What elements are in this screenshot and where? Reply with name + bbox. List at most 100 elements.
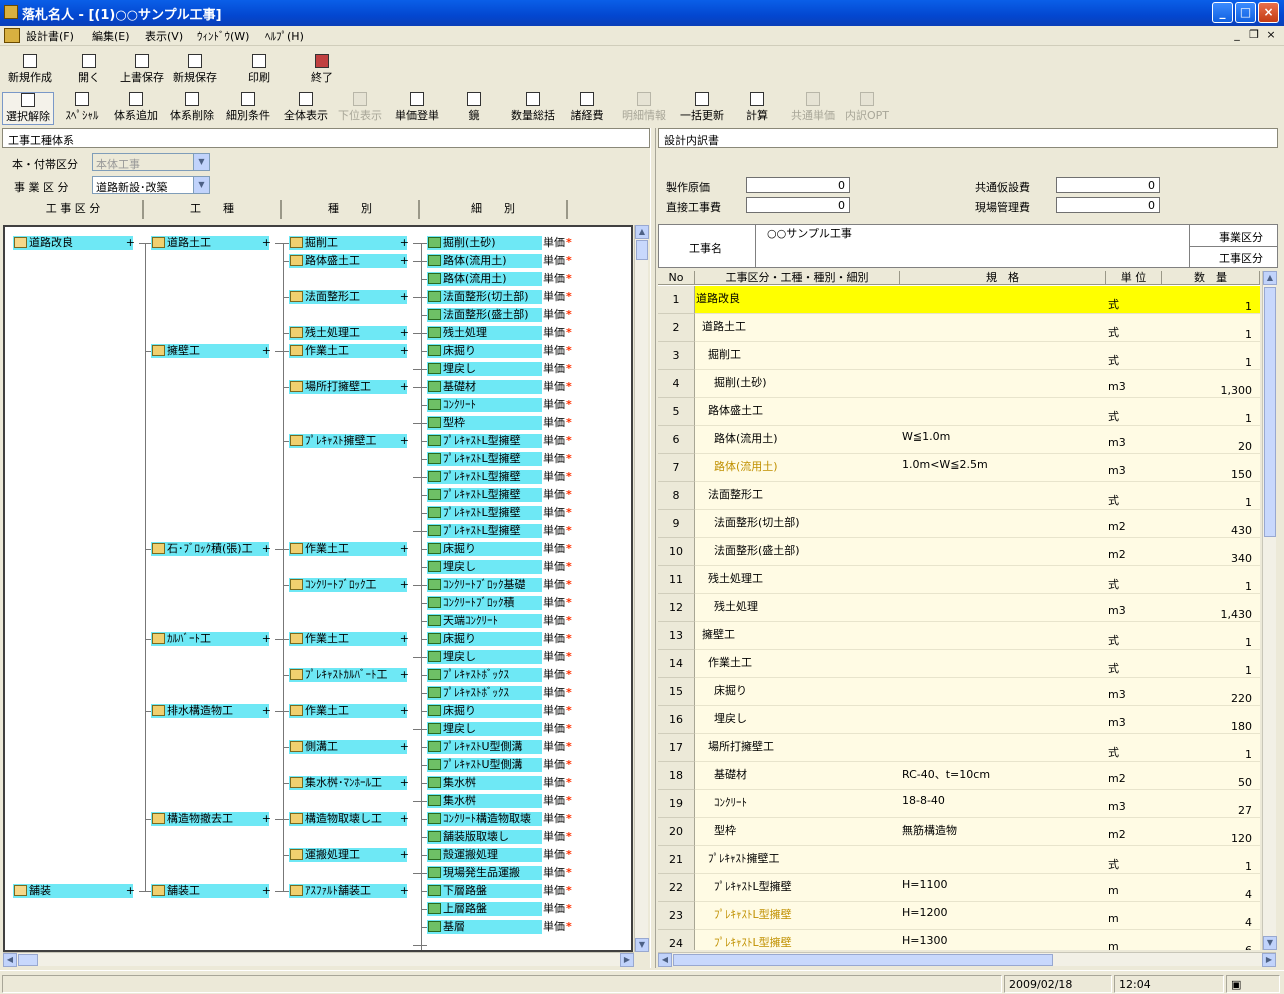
mdi-minimize-icon[interactable]: _ bbox=[1229, 28, 1245, 43]
tree-node-shubetsu[interactable]: 作業土工 + bbox=[289, 704, 409, 718]
expand-icon[interactable]: + bbox=[400, 326, 409, 340]
grid-row[interactable]: 17 場所打擁壁工 式 1 bbox=[658, 734, 1260, 762]
tree-node-saibetsu[interactable]: 床掘り bbox=[427, 344, 542, 358]
expand-icon[interactable]: + bbox=[262, 884, 271, 898]
tree-node-koshu[interactable]: 擁壁工 + bbox=[151, 344, 271, 358]
expand-icon[interactable]: + bbox=[262, 236, 271, 250]
grid-row[interactable]: 11 残土処理工 式 1 bbox=[658, 566, 1260, 594]
expand-icon[interactable]: + bbox=[126, 236, 135, 250]
kyotsu-field[interactable]: 0 bbox=[1056, 177, 1160, 193]
menu-file[interactable]: 設計書(F) bbox=[26, 28, 74, 44]
grid-row[interactable]: 2 道路土工 式 1 bbox=[658, 314, 1260, 342]
open-button[interactable]: 開く bbox=[78, 54, 100, 85]
tree-node-shubetsu[interactable]: ｺﾝｸﾘｰﾄﾌﾞﾛｯｸ工 + bbox=[289, 578, 409, 592]
tree-node-saibetsu[interactable]: 埋戻し bbox=[427, 560, 542, 574]
scroll-up-icon[interactable]: ▲ bbox=[635, 225, 649, 239]
tree-node-shubetsu[interactable]: 法面整形工 + bbox=[289, 290, 409, 304]
tree-node-saibetsu[interactable]: ﾌﾟﾚｷｬｽﾄL型擁壁 bbox=[427, 524, 542, 538]
grid-row[interactable]: 4 掘削(土砂) m3 1,300 bbox=[658, 370, 1260, 398]
calculate-button[interactable]: 計算 bbox=[740, 92, 774, 123]
overhead-button[interactable]: 諸経費 bbox=[566, 92, 608, 123]
tree-node-shubetsu[interactable]: 作業土工 + bbox=[289, 542, 409, 556]
expand-icon[interactable]: + bbox=[400, 380, 409, 394]
scroll-thumb[interactable] bbox=[1264, 287, 1276, 537]
new-save-button[interactable]: 新規保存 bbox=[173, 54, 217, 85]
tree-node-saibetsu[interactable]: 基礎材 bbox=[427, 380, 542, 394]
tree-node-saibetsu[interactable]: 殻運搬処理 bbox=[427, 848, 542, 862]
expand-icon[interactable]: + bbox=[400, 632, 409, 646]
tree-node-saibetsu[interactable]: ｺﾝｸﾘｰﾄﾌﾞﾛｯｸ基礎 bbox=[427, 578, 542, 592]
expand-icon[interactable]: + bbox=[400, 776, 409, 790]
overwrite-save-button[interactable]: 上書保存 bbox=[120, 54, 164, 85]
tree-vscrollbar[interactable]: ▲ ▼ bbox=[634, 225, 649, 952]
expand-icon[interactable]: + bbox=[400, 254, 409, 268]
expand-icon[interactable]: + bbox=[400, 740, 409, 754]
tree-node-saibetsu[interactable]: ﾌﾟﾚｷｬｽﾄU型側溝 bbox=[427, 758, 542, 772]
tree-node-saibetsu[interactable]: 下層路盤 bbox=[427, 884, 542, 898]
expand-icon[interactable]: + bbox=[400, 704, 409, 718]
tree-node-saibetsu[interactable]: ﾌﾟﾚｷｬｽﾄﾎﾞｯｸｽ bbox=[427, 686, 542, 700]
grid-row[interactable]: 23 ﾌﾟﾚｷｬｽﾄL型擁壁 H=1200 m 4 bbox=[658, 902, 1260, 930]
mdi-restore-icon[interactable]: ❐ bbox=[1246, 28, 1262, 43]
grid-row[interactable]: 21 ﾌﾟﾚｷｬｽﾄ擁壁工 式 1 bbox=[658, 846, 1260, 874]
scroll-right-icon[interactable]: ▶ bbox=[620, 953, 634, 967]
bulk-update-button[interactable]: 一括更新 bbox=[675, 92, 729, 123]
expand-icon[interactable]: + bbox=[262, 704, 271, 718]
grid-row[interactable]: 24 ﾌﾟﾚｷｬｽﾄL型擁壁 H=1300 m 6 bbox=[658, 930, 1260, 950]
grid-row[interactable]: 3 掘削工 式 1 bbox=[658, 342, 1260, 370]
breakdown-grid[interactable]: No 工事区分・工種・種別・細別 規 格 単 位 数 量 1 道路改良式 1 2 道路土… bbox=[658, 271, 1260, 950]
expand-icon[interactable]: + bbox=[400, 668, 409, 682]
tree-node-saibetsu[interactable]: ﾌﾟﾚｷｬｽﾄL型擁壁 bbox=[427, 470, 542, 484]
grid-row[interactable]: 1 道路改良式 1 bbox=[658, 286, 1260, 314]
expand-icon[interactable]: + bbox=[400, 578, 409, 592]
scroll-down-icon[interactable]: ▼ bbox=[635, 938, 649, 952]
minimize-button[interactable]: _ bbox=[1212, 2, 1233, 23]
tree-node-shubetsu[interactable]: ﾌﾟﾚｷｬｽﾄ擁壁工 + bbox=[289, 434, 409, 448]
jigyo-combo[interactable]: 道路新設･改築 ▼ bbox=[92, 176, 210, 194]
tree-node-shubetsu[interactable]: 掘削工 + bbox=[289, 236, 409, 250]
expand-icon[interactable]: + bbox=[262, 542, 271, 556]
tree-node-koshu[interactable]: 構造物撤去工 + bbox=[151, 812, 271, 826]
tree-node-saibetsu[interactable]: 残土処理 bbox=[427, 326, 542, 340]
cover-button[interactable]: 鏡 bbox=[458, 92, 490, 123]
expand-icon[interactable]: + bbox=[400, 434, 409, 448]
tree-node-koshu[interactable]: 舗装工 + bbox=[151, 884, 271, 898]
tree-node-saibetsu[interactable]: 埋戻し bbox=[427, 650, 542, 664]
tree-node-saibetsu[interactable]: ﾌﾟﾚｷｬｽﾄL型擁壁 bbox=[427, 506, 542, 520]
tree-node-shubetsu[interactable]: 作業土工 + bbox=[289, 632, 409, 646]
maximize-button[interactable]: □ bbox=[1235, 2, 1256, 23]
tree-node-koshu[interactable]: 道路土工 + bbox=[151, 236, 271, 250]
grid-row[interactable]: 18 基礎材 RC-40、t=10cm m2 50 bbox=[658, 762, 1260, 790]
tree-node-saibetsu[interactable]: 天端ｺﾝｸﾘｰﾄ bbox=[427, 614, 542, 628]
tree-node-saibetsu[interactable]: 現場発生品運搬 bbox=[427, 866, 542, 880]
tree-node-shubetsu[interactable]: ﾌﾟﾚｷｬｽﾄｶﾙﾊﾞｰﾄ工 + bbox=[289, 668, 409, 682]
tree-node-saibetsu[interactable]: 集水桝 bbox=[427, 794, 542, 808]
grid-row[interactable]: 16 埋戻し m3 180 bbox=[658, 706, 1260, 734]
detail-condition-button[interactable]: 細別条件 bbox=[222, 92, 274, 123]
tree-node-saibetsu[interactable]: ﾌﾟﾚｷｬｽﾄU型側溝 bbox=[427, 740, 542, 754]
tree-node-saibetsu[interactable]: 上層路盤 bbox=[427, 902, 542, 916]
expand-icon[interactable]: + bbox=[400, 812, 409, 826]
tree-node-saibetsu[interactable]: 路体(流用土) bbox=[427, 254, 542, 268]
grid-hscrollbar[interactable]: ◀ ▶ bbox=[658, 952, 1276, 967]
tree-node-koshu[interactable]: 排水構造物工 + bbox=[151, 704, 271, 718]
expand-icon[interactable]: + bbox=[400, 290, 409, 304]
tree-node-saibetsu[interactable]: ﾌﾟﾚｷｬｽﾄL型擁壁 bbox=[427, 434, 542, 448]
tree-node-saibetsu[interactable]: 集水桝 bbox=[427, 776, 542, 790]
tree-node-shubetsu[interactable]: 運搬処理工 + bbox=[289, 848, 409, 862]
tree-node-shubetsu[interactable]: ｱｽﾌｧﾙﾄ舗装工 + bbox=[289, 884, 409, 898]
deselect-button[interactable]: 選択解除 bbox=[2, 92, 54, 125]
tree-node-shubetsu[interactable]: 作業土工 + bbox=[289, 344, 409, 358]
show-all-button[interactable]: 全体表示 bbox=[280, 92, 332, 123]
tree-node-saibetsu[interactable]: 床掘り bbox=[427, 632, 542, 646]
tree-hscrollbar[interactable]: ◀ ▶ bbox=[3, 952, 634, 967]
tree-node-shubetsu[interactable]: 場所打擁壁工 + bbox=[289, 380, 409, 394]
expand-icon[interactable]: + bbox=[400, 848, 409, 862]
expand-icon[interactable]: + bbox=[262, 344, 271, 358]
expand-icon[interactable]: + bbox=[400, 236, 409, 250]
grid-row[interactable]: 22 ﾌﾟﾚｷｬｽﾄL型擁壁 H=1100 m 4 bbox=[658, 874, 1260, 902]
tree-node-shubetsu[interactable]: 側溝工 + bbox=[289, 740, 409, 754]
grid-row[interactable]: 7 路体(流用土) 1.0m<W≦2.5m m3 150 bbox=[658, 454, 1260, 482]
tree-node-shubetsu[interactable]: 集水桝･ﾏﾝﾎｰﾙ工 + bbox=[289, 776, 409, 790]
expand-icon[interactable]: + bbox=[262, 632, 271, 646]
